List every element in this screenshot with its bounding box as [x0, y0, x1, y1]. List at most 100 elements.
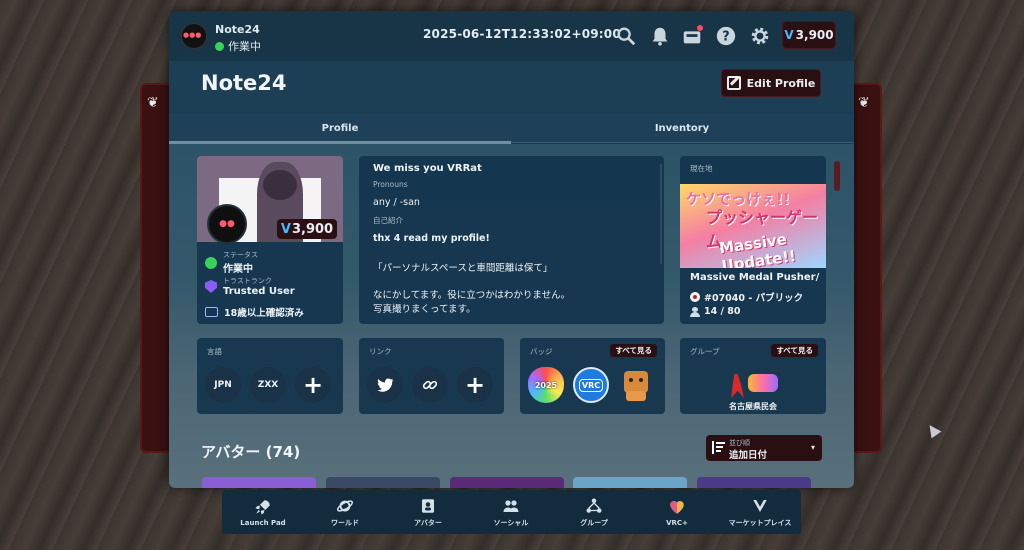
top-bar: ●●● Note24 作業中 2025-06-12T12:33:02+09:00…: [169, 11, 854, 61]
languages-card: 言語 JPN ZXX +: [197, 338, 343, 414]
bottom-dock: Launch Pad ワールド アバター ソーシャル グループ VRC+ マーケ…: [222, 490, 801, 534]
currency-balance-button[interactable]: V 3,900: [782, 21, 836, 49]
pronouns-label: Pronouns: [373, 180, 408, 189]
user-avatar[interactable]: ●●●: [181, 23, 207, 49]
people-icon: [690, 306, 700, 317]
group-logo-icon[interactable]: [748, 374, 778, 392]
svg-text:?: ?: [722, 30, 729, 45]
edit-profile-button[interactable]: Edit Profile: [721, 69, 821, 97]
chain-link-icon: [422, 380, 438, 390]
profile-balance: V 3,900: [277, 219, 337, 239]
world-thumbnail: ケソでっけぇ!! プッシャーゲーム Massive Update!!: [680, 184, 826, 268]
page-scrollbar[interactable]: [834, 161, 840, 191]
avatar-thumbnail[interactable]: [202, 477, 316, 488]
dock-avatars[interactable]: アバター: [387, 490, 469, 534]
dock-launch-pad[interactable]: Launch Pad: [222, 490, 304, 534]
currency-symbol: V: [784, 28, 794, 42]
cursor-icon: [924, 421, 942, 439]
avatar-thumbnail[interactable]: [450, 477, 564, 488]
user-name: Note24: [215, 23, 260, 36]
occupancy-count: 14 / 80: [704, 306, 741, 317]
world-name: Massive Medal Pusher/...: [690, 272, 820, 283]
status-value: 作業中: [223, 264, 253, 275]
rocket-icon: [255, 499, 270, 514]
chevron-down-icon: ▾: [810, 443, 815, 452]
badges-label: バッジ: [530, 347, 553, 356]
dock-social[interactable]: ソーシャル: [470, 490, 552, 534]
profile-avatar[interactable]: ●●: [207, 204, 247, 244]
twitter-icon: [377, 378, 394, 392]
badge-vrc-icon[interactable]: VRC: [573, 367, 609, 403]
dock-label: アバター: [414, 518, 442, 527]
link-button[interactable]: [412, 367, 448, 403]
currency-amount: 3,900: [795, 28, 834, 42]
plus-icon: +: [464, 371, 486, 399]
avatar-thumbnail[interactable]: [573, 477, 687, 488]
japan-flag-icon: [690, 292, 700, 302]
groups-label: グループ: [690, 347, 720, 356]
instance-id: #07040 - パブリック: [704, 293, 804, 304]
sort-value: 追加日付: [729, 450, 768, 461]
help-icon[interactable]: ?: [714, 24, 738, 48]
bio-line: なにかしてます。役に立つかはわかりません。: [373, 290, 571, 301]
badge-vrc-text: VRC: [578, 378, 604, 392]
marketplace-icon: [753, 499, 767, 512]
mailbox-icon[interactable]: [680, 24, 704, 48]
sort-dropdown[interactable]: 並び順 追加日付 ▾: [706, 435, 822, 461]
badges-see-all-button[interactable]: すべて見る: [610, 344, 657, 357]
add-language-button[interactable]: +: [295, 367, 331, 403]
trust-shield-icon: [205, 280, 217, 293]
dock-vrc-plus[interactable]: VRC+: [636, 490, 718, 534]
edit-profile-label: Edit Profile: [746, 76, 816, 90]
profile-card: ●● V 3,900 ステータス 作業中 トラストランク Trusted Use…: [197, 156, 343, 324]
status-dot-icon: [215, 41, 224, 51]
avatar-thumbnail[interactable]: [326, 477, 440, 488]
dock-label: マーケットプレイス: [728, 518, 792, 527]
vrcplus-icon: [670, 500, 684, 514]
dock-marketplace[interactable]: マーケットプレイス: [719, 490, 801, 534]
notification-dot: [697, 25, 703, 31]
current-location-card[interactable]: 現在地 ケソでっけぇ!! プッシャーゲーム Massive Update!! M…: [680, 156, 826, 324]
age-verified-text: 18歳以上確認済み: [224, 308, 304, 319]
bell-icon[interactable]: [648, 24, 672, 48]
languages-label: 言語: [207, 347, 222, 356]
groups-see-all-button[interactable]: すべて見る: [771, 344, 818, 357]
language-jpn[interactable]: JPN: [205, 367, 241, 403]
tab-profile[interactable]: Profile: [169, 114, 511, 142]
trust-value: Trusted User: [223, 286, 295, 297]
dock-label: ソーシャル: [493, 518, 529, 527]
edit-icon: [726, 76, 741, 90]
id-card-icon: [205, 307, 218, 317]
bio-scrollbar[interactable]: [660, 164, 662, 264]
bio-card: We miss you VRRat Pronouns any / -san 自己…: [359, 156, 664, 324]
badge-2025-icon[interactable]: 2025: [528, 367, 564, 403]
status-row: ステータス 作業中: [205, 250, 258, 275]
gear-icon[interactable]: [748, 24, 772, 48]
planet-icon: [336, 499, 354, 512]
add-link-button[interactable]: +: [457, 367, 493, 403]
bio-line: 写真撮りまくってます。: [373, 304, 476, 315]
group-logo-icon[interactable]: [731, 374, 744, 398]
dock-groups[interactable]: グループ: [553, 490, 635, 534]
user-status-text: 作業中: [228, 40, 261, 53]
dock-label: グループ: [580, 518, 608, 527]
dock-label: VRC+: [666, 518, 688, 527]
instance-row: #07040 - パブリック: [690, 290, 803, 304]
trust-rank-row: トラストランク Trusted User: [205, 276, 295, 297]
badge-cat-icon[interactable]: [618, 367, 654, 403]
dock-worlds[interactable]: ワールド: [304, 490, 386, 534]
plus-icon: +: [302, 371, 324, 399]
language-zxx[interactable]: ZXX: [250, 367, 286, 403]
avatar-thumbnail[interactable]: [697, 477, 811, 488]
twitter-link-button[interactable]: [367, 367, 403, 403]
location-label: 現在地: [690, 164, 713, 173]
currency-symbol: V: [280, 221, 291, 237]
tab-divider: [511, 142, 854, 143]
tab-inventory[interactable]: Inventory: [511, 114, 853, 142]
tab-bar: Profile Inventory: [169, 114, 854, 142]
wing-icon: ❦: [858, 95, 870, 111]
search-icon[interactable]: [614, 24, 638, 48]
trust-label: トラストランク: [223, 277, 272, 285]
bio-title: We miss you VRRat: [373, 163, 482, 174]
profile-balance-amount: 3,900: [291, 221, 334, 237]
